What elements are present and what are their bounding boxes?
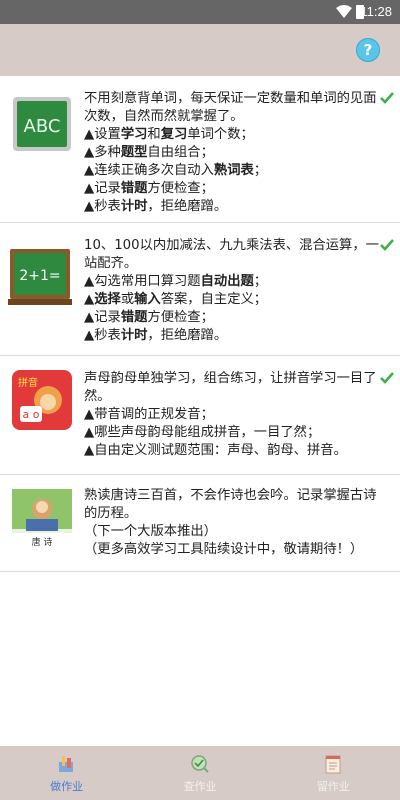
svg-text:唐 诗: 唐 诗 bbox=[32, 536, 53, 548]
item-line: 10、100以内加减法、九九乘法表、混合运算，一站配齐。 bbox=[84, 238, 379, 271]
check-icon bbox=[380, 372, 394, 384]
app-header: ? bbox=[0, 24, 400, 76]
check-icon bbox=[380, 92, 394, 104]
svg-text:2+1=: 2+1= bbox=[19, 268, 60, 284]
abc-chalkboard-image: ABC bbox=[13, 97, 71, 151]
wifi-icon bbox=[336, 5, 352, 18]
item-line: ▲设置学习和复习单词个数； bbox=[84, 127, 254, 142]
tang-poetry-book-image: 唐 诗 bbox=[12, 489, 72, 549]
tab-check-homework[interactable]: 查作业 bbox=[133, 746, 266, 800]
tab-do-homework[interactable]: 做作业 bbox=[0, 746, 133, 800]
list-item[interactable]: a o 拼音 声母韵母单独学习，组合练习，让拼音学习一目了然。 ▲带音调的正规发… bbox=[0, 356, 400, 475]
check-icon bbox=[380, 239, 394, 251]
item-line: 熟读唐诗三百首，不会作诗也会吟。记录掌握古诗的历程。 bbox=[84, 488, 377, 521]
item-line: 声母韵母单独学习，组合练习，让拼音学习一目了然。 bbox=[84, 371, 377, 404]
item-line: ▲带音调的正规发音； bbox=[84, 407, 214, 422]
item-line: ▲秒表计时，拒绝磨蹭。 bbox=[84, 199, 228, 214]
item-line: ▲记录错题方便检查； bbox=[84, 310, 214, 325]
svg-text:拼音: 拼音 bbox=[18, 376, 38, 389]
list-item[interactable]: ABC 不用刻意背单词，每天保证一定数量和单词的见面次数，自然而然就掌握了。 ▲… bbox=[0, 76, 400, 223]
bottom-tab-bar: 做作业 查作业 留作业 bbox=[0, 746, 400, 800]
item-line: （更多高效学习工具陆续设计中，敬请期待！） bbox=[84, 542, 364, 557]
pencil-tools-icon bbox=[58, 756, 73, 772]
pinyin-monkey-image: a o 拼音 bbox=[12, 370, 72, 430]
item-line: ▲自由定义测试题范围：声母、韵母、拼音。 bbox=[84, 443, 347, 458]
tab-label: 做作业 bbox=[50, 780, 84, 793]
list-item[interactable]: 2+1= 10、100以内加减法、九九乘法表、混合运算，一站配齐。 ▲勾选常用口… bbox=[0, 223, 400, 356]
item-line: ▲连续正确多次自动入熟词表； bbox=[84, 163, 268, 178]
item-line: ▲选择或输入答案，自主定义； bbox=[84, 292, 268, 307]
item-line: ▲记录错题方便检查； bbox=[84, 181, 214, 196]
item-line: 不用刻意背单词，每天保证一定数量和单词的见面次数，自然而然就掌握了。 bbox=[84, 91, 377, 124]
tab-label: 查作业 bbox=[183, 780, 217, 793]
svg-text:a o: a o bbox=[23, 408, 40, 421]
tab-assign-homework[interactable]: 留作业 bbox=[267, 746, 400, 800]
tab-label: 留作业 bbox=[316, 780, 350, 793]
status-bar: 11:28 bbox=[0, 0, 400, 24]
notepad-icon bbox=[325, 755, 341, 774]
item-line: ▲多种题型自由组合； bbox=[84, 145, 214, 160]
status-time: 11:28 bbox=[360, 4, 392, 19]
item-line: ▲勾选常用口算习题自动出题； bbox=[84, 274, 268, 289]
svg-text:ABC: ABC bbox=[24, 116, 61, 137]
item-line: ▲秒表计时，拒绝磨蹭。 bbox=[84, 328, 228, 343]
tool-list: ABC 不用刻意背单词，每天保证一定数量和单词的见面次数，自然而然就掌握了。 ▲… bbox=[0, 76, 400, 572]
help-button[interactable]: ? bbox=[356, 38, 380, 62]
item-line: ▲哪些声母韵母能组成拼音，一目了然； bbox=[84, 425, 321, 440]
item-line: （下一个大版本推出） bbox=[84, 524, 217, 539]
math-chalkboard-image: 2+1= bbox=[8, 249, 72, 305]
list-item[interactable]: 唐 诗 熟读唐诗三百首，不会作诗也会吟。记录掌握古诗的历程。 （下一个大版本推出… bbox=[0, 475, 400, 572]
magnifier-icon bbox=[191, 755, 209, 773]
